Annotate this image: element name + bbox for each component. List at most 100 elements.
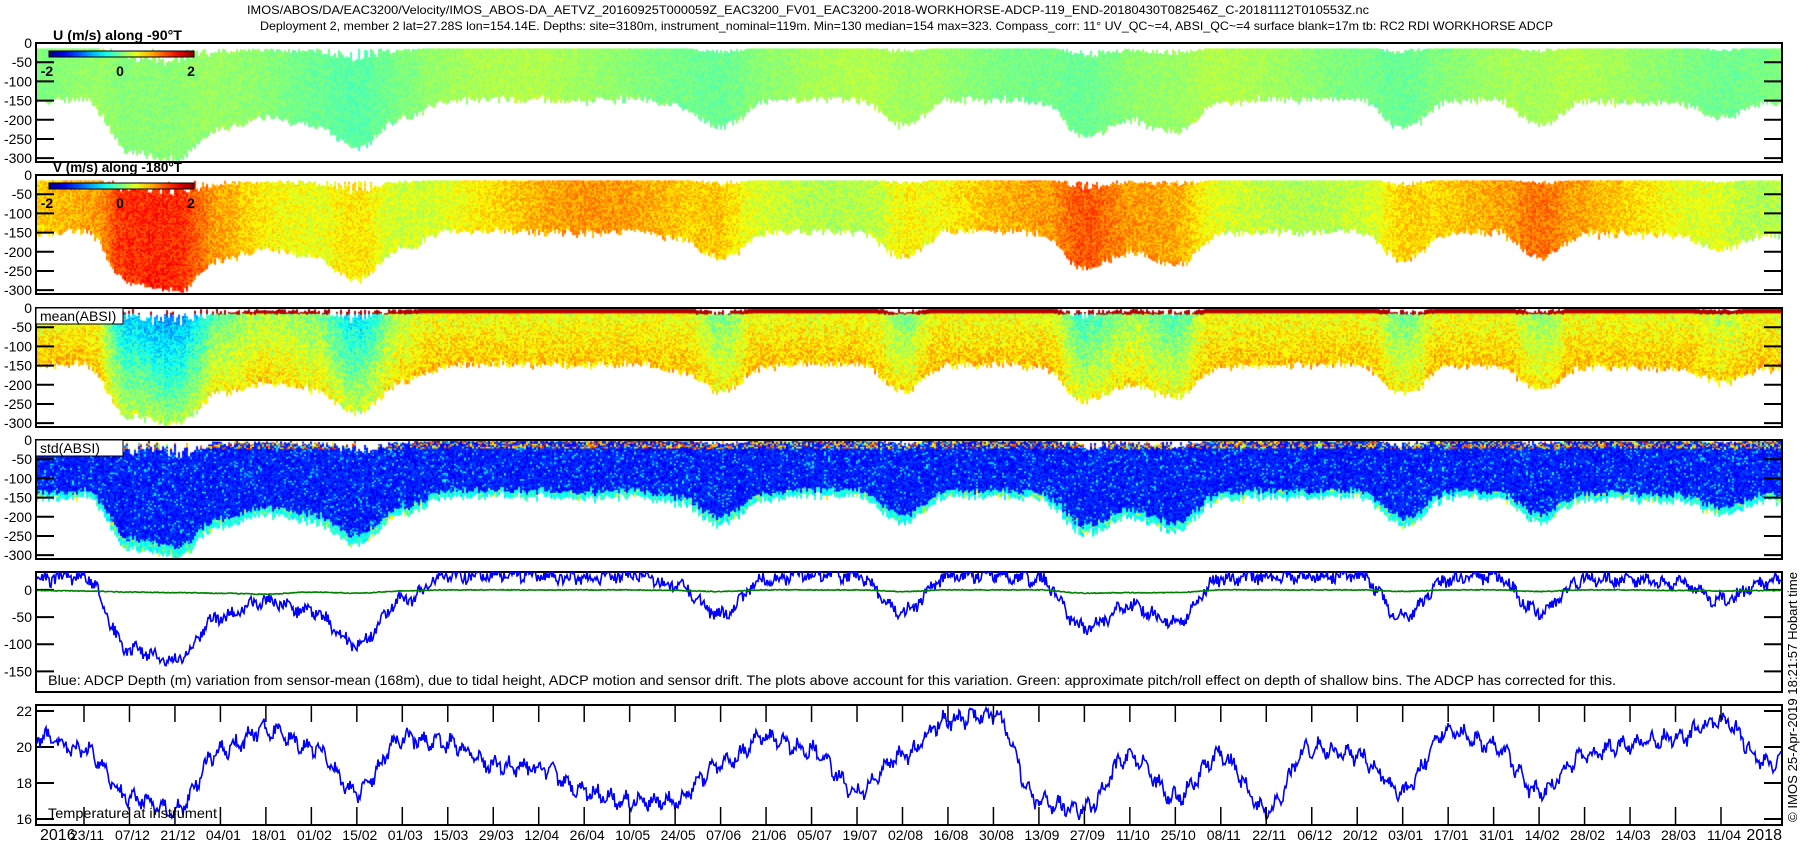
y-tick-label: 22 [16, 703, 32, 719]
y-tick-label: -250 [4, 263, 32, 279]
y-tick-label: -150 [4, 490, 32, 506]
x-tick-label: 14/02 [1525, 827, 1560, 843]
y-tick-label: 18 [16, 775, 32, 791]
panel-title: mean(ABSI) [40, 308, 116, 324]
colorbar-tick-label: -2 [41, 195, 54, 211]
panel-title: std(ABSI) [40, 440, 100, 456]
y-tick-label: -100 [4, 338, 32, 354]
colorbar-tick-label: 2 [187, 63, 195, 79]
x-tick-label: 10/05 [615, 827, 650, 843]
x-tick-label: 07/12 [115, 827, 150, 843]
x-tick-label: 08/11 [1207, 827, 1241, 843]
x-tick-label: 25/10 [1161, 827, 1196, 843]
x-tick-label: 12/04 [524, 827, 559, 843]
x-tick-label: 30/08 [979, 827, 1014, 843]
y-tick-label: 20 [16, 739, 32, 755]
x-tick-label: 26/04 [570, 827, 605, 843]
y-tick-label: 16 [16, 811, 32, 827]
x-tick-label: 11/04 [1707, 827, 1741, 843]
x-tick-label: 16/08 [933, 827, 968, 843]
x-tick-label: 20/12 [1343, 827, 1378, 843]
colorbar-tick-label: 0 [116, 63, 124, 79]
y-tick-label: -150 [4, 358, 32, 374]
panel-frame [35, 307, 1783, 428]
y-tick-label: -200 [4, 509, 32, 525]
colorbar-tick-label: -2 [41, 63, 54, 79]
y-tick-label: -300 [4, 282, 32, 298]
y-tick-label: 0 [24, 167, 32, 183]
x-tick-label: 14/03 [1616, 827, 1651, 843]
y-tick-label: -100 [4, 636, 32, 652]
pitch-roll-line [36, 588, 1782, 596]
colorbar [48, 50, 195, 58]
x-tick-label: 15/03 [433, 827, 468, 843]
y-tick-label: -250 [4, 131, 32, 147]
x-tick-label: 29/03 [479, 827, 514, 843]
temperature-panel-label: Temperature at instrument [48, 805, 217, 821]
y-tick-label: 0 [24, 432, 32, 448]
depth-variation-line [36, 572, 1782, 667]
y-tick-label: -100 [4, 470, 32, 486]
y-tick-label: -50 [12, 451, 32, 467]
x-tick-label: 22/11 [1252, 827, 1286, 843]
x-tick-label: 01/02 [297, 827, 332, 843]
y-tick-label: -300 [4, 547, 32, 563]
y-tick-label: -150 [4, 93, 32, 109]
x-tick-label: 28/02 [1570, 827, 1605, 843]
y-tick-label: -50 [12, 186, 32, 202]
timestamp-footer: © IMOS 25-Apr-2019 18:21:57 Hobart time [1785, 572, 1800, 822]
y-tick-label: -200 [4, 244, 32, 260]
y-tick-label: -200 [4, 377, 32, 393]
colorbar [48, 182, 195, 190]
x-tick-label: 06/12 [1297, 827, 1332, 843]
y-tick-label: -250 [4, 528, 32, 544]
x-tick-label: 01/03 [388, 827, 423, 843]
x-tick-label: 17/01 [1434, 827, 1469, 843]
colorbar-tick-label: 0 [116, 195, 124, 211]
x-axis-end-year: 2018 [1746, 827, 1782, 844]
y-tick-label: -200 [4, 112, 32, 128]
y-tick-label: 0 [24, 35, 32, 51]
x-tick-label: 15/02 [342, 827, 377, 843]
x-tick-label: 18/01 [251, 827, 286, 843]
x-tick-label: 05/07 [797, 827, 832, 843]
y-tick-label: -50 [12, 609, 32, 625]
panel-frame [35, 704, 1783, 826]
x-tick-label: 24/05 [661, 827, 696, 843]
colorbar-tick-label: 2 [187, 195, 195, 211]
panel-title: U (m/s) along -90°T [53, 27, 182, 43]
title-line-1: IMOS/ABOS/DA/EAC3200/Velocity/IMOS_ABOS-… [247, 3, 1369, 17]
y-tick-label: 0 [24, 300, 32, 316]
y-tick-label: -50 [12, 319, 32, 335]
x-tick-label: 31/01 [1479, 827, 1514, 843]
panel-frame [35, 174, 1783, 295]
y-tick-label: -300 [4, 415, 32, 431]
adcp-figure: IMOS/ABOS/DA/EAC3200/Velocity/IMOS_ABOS-… [0, 0, 1800, 850]
x-tick-label: 04/01 [206, 827, 241, 843]
x-tick-label: 21/06 [752, 827, 787, 843]
y-tick-label: -250 [4, 396, 32, 412]
x-tick-label: 02/08 [888, 827, 923, 843]
panel-frame [35, 439, 1783, 560]
x-tick-label: 21/12 [160, 827, 195, 843]
panel-frame [35, 42, 1783, 163]
x-tick-label: 19/07 [843, 827, 878, 843]
y-tick-label: -150 [4, 225, 32, 241]
x-tick-label: 13/09 [1024, 827, 1059, 843]
figure-overlay: IMOS/ABOS/DA/EAC3200/Velocity/IMOS_ABOS-… [4, 3, 1800, 844]
y-tick-label: 0 [24, 582, 32, 598]
y-tick-label: -150 [4, 663, 32, 679]
title-line-2: Deployment 2, member 2 lat=27.28S lon=15… [260, 19, 1553, 33]
y-tick-label: -300 [4, 150, 32, 166]
x-tick-label: 28/03 [1661, 827, 1696, 843]
temperature-line [36, 705, 1782, 821]
depth-panel-caption: Blue: ADCP Depth (m) variation from sens… [48, 672, 1616, 688]
x-tick-label: 27/09 [1070, 827, 1105, 843]
y-tick-label: -50 [12, 54, 32, 70]
x-tick-label: 07/06 [706, 827, 741, 843]
x-tick-label: 11/10 [1116, 827, 1150, 843]
y-tick-label: -100 [4, 205, 32, 221]
x-tick-label: 03/01 [1388, 827, 1423, 843]
y-tick-label: -100 [4, 73, 32, 89]
panel-title: V (m/s) along -180°T [53, 159, 182, 175]
